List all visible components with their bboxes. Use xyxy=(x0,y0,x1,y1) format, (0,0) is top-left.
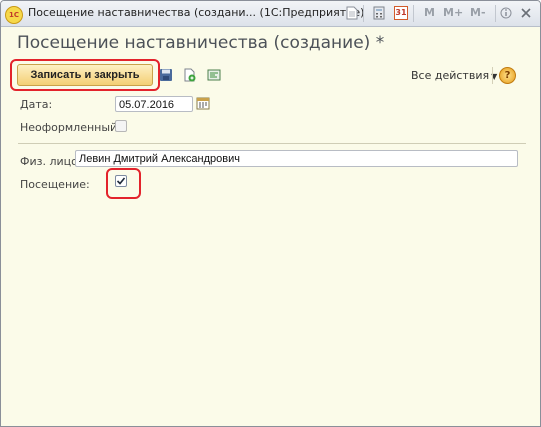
visit-checkbox[interactable] xyxy=(115,175,127,187)
date-field[interactable]: 05.07.2016 xyxy=(115,96,193,112)
form-title: Посещение наставничества (создание) * xyxy=(17,33,385,53)
separator xyxy=(495,5,496,22)
person-field[interactable]: Левин Дмитрий Александрович xyxy=(75,150,518,167)
save-and-close-button[interactable]: Записать и закрыть xyxy=(17,64,153,86)
document-icon[interactable] xyxy=(346,6,358,20)
date-label: Дата: xyxy=(20,98,53,111)
help-icon[interactable]: ? xyxy=(499,67,516,84)
unformed-checkbox[interactable] xyxy=(115,120,127,132)
calendar-icon[interactable]: 31 xyxy=(394,6,408,20)
calendar-picker-icon[interactable] xyxy=(196,96,210,110)
info-icon[interactable] xyxy=(500,6,512,20)
app-logo-icon[interactable]: 1С xyxy=(5,6,23,24)
separator xyxy=(413,5,414,22)
divider xyxy=(18,143,526,144)
app-window: 1С Посещение наставничества (создани... … xyxy=(0,0,541,427)
window-title: Посещение наставничества (создани... (1С… xyxy=(28,6,365,19)
checkmark-icon xyxy=(116,177,126,185)
post-document-icon[interactable] xyxy=(183,68,197,82)
save-icon[interactable] xyxy=(159,68,173,82)
separator xyxy=(492,67,493,84)
document-structure-icon[interactable] xyxy=(207,68,221,82)
all-actions-menu[interactable]: Все действия ▼ xyxy=(411,69,497,82)
memory-m-button[interactable]: M xyxy=(424,6,435,19)
title-bar: 1С Посещение наставничества (создани... … xyxy=(1,1,540,27)
close-icon[interactable] xyxy=(520,6,532,20)
person-label: Физ. лицо: xyxy=(20,155,82,168)
all-actions-label: Все действия xyxy=(411,69,490,82)
visit-label: Посещение: xyxy=(20,178,90,191)
memory-mminus-button[interactable]: M- xyxy=(470,6,486,19)
memory-mplus-button[interactable]: M+ xyxy=(443,6,463,19)
unformed-label: Неоформленный: xyxy=(20,121,121,134)
separator xyxy=(363,5,364,22)
calculator-icon[interactable] xyxy=(373,6,385,20)
